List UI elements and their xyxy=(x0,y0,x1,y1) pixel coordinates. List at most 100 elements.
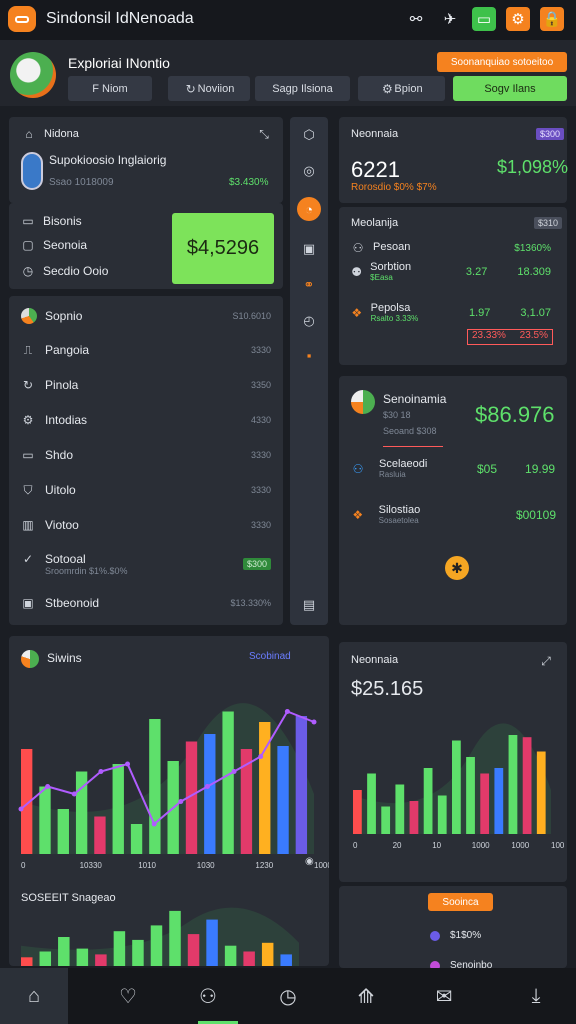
bar xyxy=(395,784,405,834)
download-icon[interactable]: ⤓ xyxy=(502,968,570,1024)
bar xyxy=(187,934,200,966)
bar xyxy=(222,711,234,854)
list-item[interactable]: ⚙ Intodias 4330 xyxy=(21,413,271,427)
bar xyxy=(132,939,144,966)
home-icon[interactable]: ⌂ xyxy=(0,968,68,1024)
list-item[interactable]: ✓ Sotooal Sroomrdin $1%.$0% $300 xyxy=(21,552,271,576)
heart-icon[interactable]: ♡ xyxy=(94,968,162,1024)
app-logo[interactable] xyxy=(8,6,36,32)
bar xyxy=(150,925,163,966)
chart-badge[interactable]: Scobinad xyxy=(245,650,295,663)
lock-icon[interactable]: 🔒 xyxy=(540,7,564,31)
stat-title: Neonnaia xyxy=(351,128,399,140)
user-icon[interactable]: ⚇ xyxy=(174,968,242,1024)
breakdown-row[interactable]: ⚇ Pesoan $1360% xyxy=(351,241,551,255)
breakdown-card: Meolanija $310 ⚇ Pesoan $1360% ⚉ Sorbtion $E… xyxy=(339,207,567,365)
portfolio-sub2: Seoand $308 xyxy=(383,426,437,436)
tick-label: 1000 xyxy=(511,841,529,850)
file-icon[interactable]: ▤ xyxy=(297,593,321,617)
bar-chart-right: 0 20 10 1000 1000 100 xyxy=(353,723,565,850)
status-badge: $300 xyxy=(242,558,271,570)
chart-logo-icon xyxy=(21,650,39,668)
bar xyxy=(536,751,546,834)
list-item[interactable]: ⛉ Uitolo 3330 xyxy=(21,483,271,498)
bar xyxy=(508,735,518,834)
chart-icon xyxy=(21,308,37,324)
sooinca-button[interactable]: Sooinca xyxy=(428,893,493,911)
bar xyxy=(112,764,124,854)
info-icon[interactable]: ◉ xyxy=(305,856,314,867)
link-icon[interactable]: ⚭ xyxy=(297,273,321,297)
stat-sub: Rorosdio $0% $7% xyxy=(351,182,437,193)
tab-sogv[interactable]: Sogv Ilans xyxy=(453,76,567,101)
portfolio-title: Senoinamia xyxy=(383,392,447,406)
battery-icon[interactable]: ▭ xyxy=(472,7,496,31)
bar-chart-bottom xyxy=(21,907,299,966)
bar xyxy=(149,719,161,854)
tab-home[interactable]: F Niom xyxy=(68,76,152,101)
bar xyxy=(466,757,475,834)
avatar[interactable] xyxy=(10,52,56,98)
list-item[interactable]: ▭ Shdo 3330 xyxy=(21,448,271,462)
bar xyxy=(206,919,218,966)
network-icon[interactable]: ⚯ xyxy=(404,7,428,31)
bar xyxy=(76,948,89,966)
timer-icon[interactable]: ◴ xyxy=(297,309,321,333)
list-item[interactable]: ▣ Stbeonoid $13.330% xyxy=(21,596,271,610)
tree-icon[interactable]: ⟰ xyxy=(332,968,400,1024)
mail-icon[interactable]: ✉ xyxy=(410,968,478,1024)
bar xyxy=(243,951,255,966)
bar xyxy=(39,951,52,966)
portfolio-row[interactable]: ⚇ Scelaeodi Rasluia $05 19.99 xyxy=(351,458,556,479)
camera-icon[interactable]: ▣ xyxy=(297,237,321,261)
bar xyxy=(353,790,362,834)
bar xyxy=(452,740,461,834)
box-icon[interactable]: ▪ xyxy=(297,343,321,367)
plane-icon[interactable]: ✈ xyxy=(438,7,462,31)
window-icon: ▭ xyxy=(22,214,34,228)
speed-icon[interactable]: ◔ xyxy=(297,197,321,221)
square-icon: ▢ xyxy=(22,238,34,252)
portfolio-sub1: $30 18 xyxy=(383,410,411,420)
tab-sagp[interactable]: Sagp Ilsiona xyxy=(255,76,350,101)
breakdown-title: Meolanija xyxy=(351,217,399,229)
list-item[interactable]: ▥ Viotoo 3330 xyxy=(21,518,271,532)
tick-label: 20 xyxy=(393,841,402,850)
gear-icon: ⚙ xyxy=(22,413,34,427)
cta-button[interactable]: Soonanquiao sotoeitoo xyxy=(437,52,567,72)
settings-icon[interactable]: ⚙ xyxy=(506,7,530,31)
breakdown-row[interactable]: ⚉ Sorbtion $Easa 3.27 18.309 xyxy=(351,261,551,282)
list-header: Sopnio S10.6010 xyxy=(21,308,271,324)
list-item[interactable]: ↻ Pinola 3350 xyxy=(21,378,271,392)
bar xyxy=(94,816,106,854)
hexagon-icon[interactable]: ⬡ xyxy=(297,123,321,147)
pie-icon xyxy=(351,390,375,414)
expand-icon[interactable]: ⤡ xyxy=(257,127,271,141)
stat-badge: $300 xyxy=(536,128,565,140)
tab-notion[interactable]: ↻ Noviion xyxy=(168,76,250,101)
point xyxy=(311,719,317,725)
point xyxy=(71,791,77,797)
bar xyxy=(367,773,376,834)
clock-icon[interactable]: ◷ xyxy=(254,968,322,1024)
bar xyxy=(95,954,107,966)
target-icon[interactable]: ◎ xyxy=(297,159,321,183)
balance-box[interactable]: $4,5296 xyxy=(172,213,274,284)
bar xyxy=(169,910,181,966)
breakdown-row[interactable]: ❖ Pepolsa Rsalto 3.33% 1.97 3,1.07 xyxy=(351,302,551,323)
people-icon: ⚇ xyxy=(352,461,364,476)
coin-icon[interactable]: ✱ xyxy=(445,556,469,580)
point xyxy=(231,769,237,774)
bar xyxy=(423,768,433,834)
bar-icon: ⎍ xyxy=(23,342,33,357)
tab-bpion[interactable]: ⚙ Bpion xyxy=(358,76,445,101)
point xyxy=(98,769,104,774)
bar-chart-left: 0 10330 1010 1030 1230 1000 xyxy=(18,703,329,870)
list-item[interactable]: ⎍ Pangoia 3330 xyxy=(21,342,271,358)
portfolio-row[interactable]: ❖ Silostiao Sosaetolea $00109 xyxy=(351,504,556,525)
shield-icon xyxy=(21,152,43,190)
app-title: Sindonsil IdNenoada xyxy=(46,10,194,27)
expand-icon[interactable]: ⤢ xyxy=(539,654,553,668)
tick-label: 0 xyxy=(353,841,358,850)
bar xyxy=(261,942,274,966)
